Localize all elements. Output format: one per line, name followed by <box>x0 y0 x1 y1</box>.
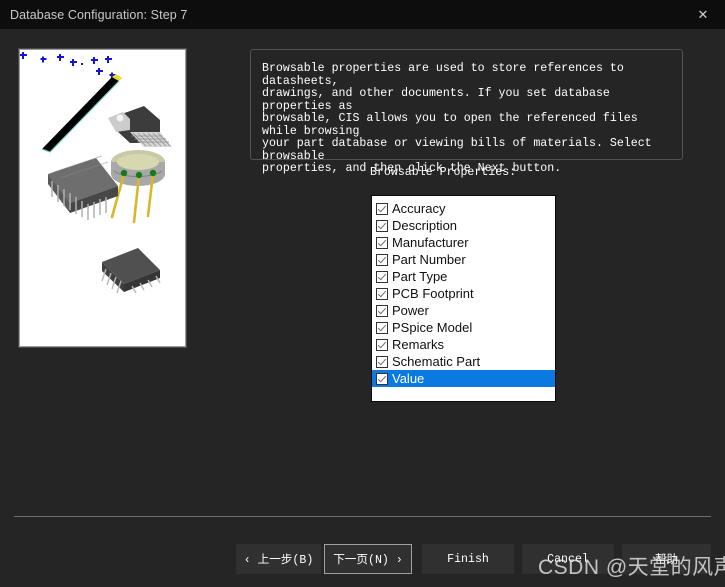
help-button[interactable]: 帮助 <box>622 544 711 574</box>
checkbox-checked-icon[interactable] <box>376 304 388 317</box>
title-bar: Database Configuration: Step 7 ✕ <box>0 0 725 29</box>
list-item[interactable]: PSpice Model <box>372 319 555 336</box>
dialog-window: Database Configuration: Step 7 ✕ Browsab… <box>0 0 725 587</box>
button-bar: ‹ 上一步(B) 下一页(N) › Finish Cancel 帮助 <box>0 544 725 574</box>
divider <box>14 516 711 517</box>
list-item-label: Value <box>392 371 425 386</box>
list-item-label: PSpice Model <box>392 320 473 335</box>
list-item[interactable]: Part Number <box>372 251 555 268</box>
list-item-label: Part Number <box>392 252 466 267</box>
list-item[interactable]: Accuracy <box>372 200 555 217</box>
list-item-label: Schematic Part <box>392 354 481 369</box>
checkbox-checked-icon[interactable] <box>376 338 388 351</box>
checkbox-checked-icon[interactable] <box>376 372 388 385</box>
back-button[interactable]: ‹ 上一步(B) <box>236 544 321 574</box>
preview-image-panel <box>19 49 186 347</box>
list-item-label: Accuracy <box>392 201 446 216</box>
list-item[interactable]: Power <box>372 302 555 319</box>
checkbox-checked-icon[interactable] <box>376 219 388 232</box>
checkbox-checked-icon[interactable] <box>376 270 388 283</box>
close-icon[interactable]: ✕ <box>681 0 725 29</box>
list-item[interactable]: PCB Footprint <box>372 285 555 302</box>
next-button[interactable]: 下一页(N) › <box>324 544 412 574</box>
checkbox-checked-icon[interactable] <box>376 355 388 368</box>
list-item-label: Part Type <box>392 269 448 284</box>
instruction-panel: Browsable properties are used to store r… <box>250 49 683 175</box>
checkbox-checked-icon[interactable] <box>376 287 388 300</box>
checkbox-checked-icon[interactable] <box>376 321 388 334</box>
checkbox-checked-icon[interactable] <box>376 202 388 215</box>
list-item-label: Remarks <box>392 337 445 352</box>
list-item[interactable]: Manufacturer <box>372 234 555 251</box>
list-item[interactable]: Part Type <box>372 268 555 285</box>
page-title: Database Configuration: Step 7 <box>10 7 188 22</box>
browsable-properties-label: Browsable Properties: <box>370 166 517 179</box>
checkbox-checked-icon[interactable] <box>376 253 388 266</box>
list-item[interactable]: Remarks <box>372 336 555 353</box>
list-item[interactable]: Description <box>372 217 555 234</box>
browsable-properties-listbox[interactable]: Accuracy Description Manufacturer Part Numb… <box>371 195 556 402</box>
instruction-text: Browsable properties are used to store r… <box>262 62 652 175</box>
checkbox-checked-icon[interactable] <box>376 236 388 249</box>
list-item-label: Power <box>392 303 429 318</box>
finish-button[interactable]: Finish <box>422 544 514 574</box>
cancel-button[interactable]: Cancel <box>522 544 614 574</box>
list-item-label: Manufacturer <box>392 235 469 250</box>
list-item[interactable]: Value <box>372 370 555 387</box>
component-illustration <box>20 50 183 344</box>
list-item-label: Description <box>392 218 458 233</box>
list-item[interactable]: Schematic Part <box>372 353 555 370</box>
list-item-label: PCB Footprint <box>392 286 474 301</box>
